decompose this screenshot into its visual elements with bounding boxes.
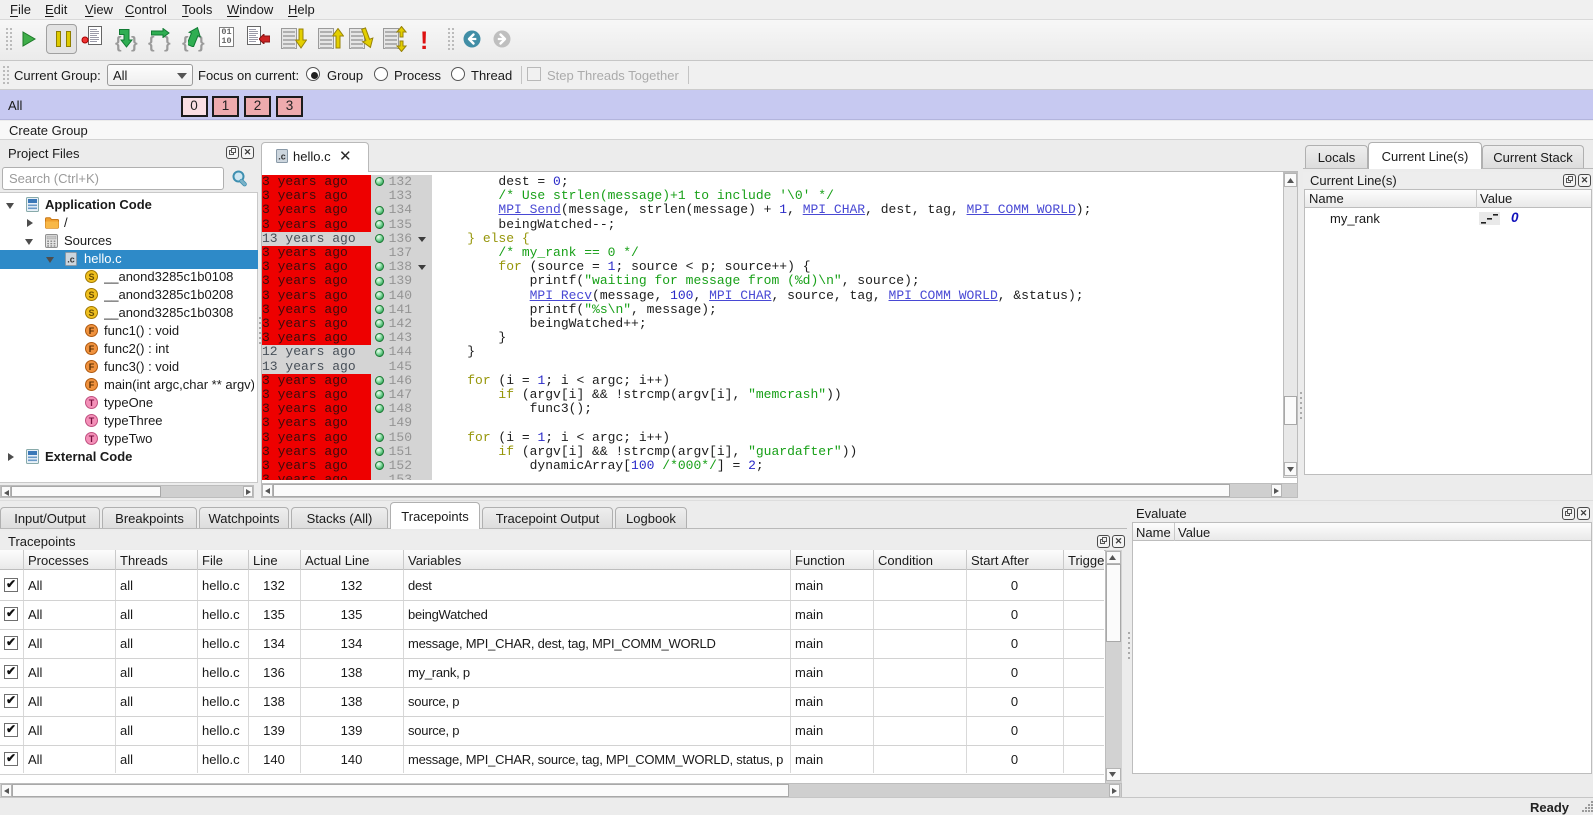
svg-text:.c: .c [278, 152, 286, 162]
svg-text:.c: .c [67, 255, 75, 265]
